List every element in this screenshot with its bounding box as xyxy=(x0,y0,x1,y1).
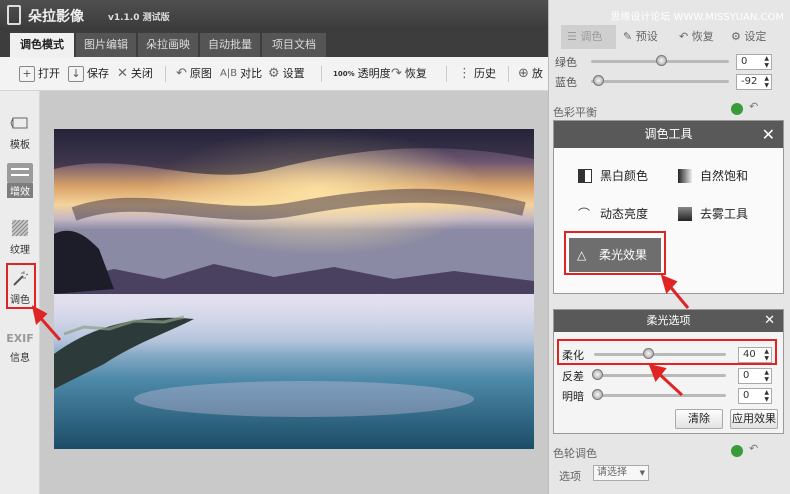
annotation-arrows xyxy=(31,274,690,397)
watermark-text: 思缘设计论坛 WWW.MISSYUAN.COM xyxy=(610,12,784,23)
